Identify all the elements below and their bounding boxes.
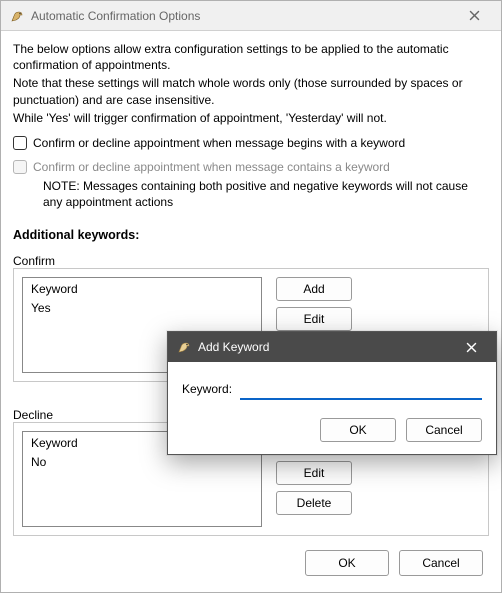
modal-app-icon xyxy=(176,339,192,355)
app-icon xyxy=(9,8,25,24)
intro-p1: The below options allow extra configurat… xyxy=(13,41,489,73)
keyword-field-label: Keyword: xyxy=(182,382,232,396)
additional-title: Additional keywords: xyxy=(13,228,489,242)
intro-p2: Note that these settings will match whol… xyxy=(13,75,489,107)
decline-delete-button[interactable]: Delete xyxy=(276,491,352,515)
intro-p3: While 'Yes' will trigger confirmation of… xyxy=(13,110,489,126)
window-title: Automatic Confirmation Options xyxy=(31,9,453,23)
main-cancel-button[interactable]: Cancel xyxy=(399,550,483,576)
titlebar: Automatic Confirmation Options xyxy=(1,1,501,31)
list-item[interactable]: Yes xyxy=(31,300,253,316)
confirm-legend: Confirm xyxy=(13,254,489,268)
confirm-edit-button[interactable]: Edit xyxy=(276,307,352,331)
option-contains-row: Confirm or decline appointment when mess… xyxy=(13,160,489,174)
confirm-list-header: Keyword xyxy=(31,282,253,296)
option-note: NOTE: Messages containing both positive … xyxy=(43,178,489,210)
main-ok-button[interactable]: OK xyxy=(305,550,389,576)
keyword-input[interactable] xyxy=(240,378,482,400)
list-item[interactable]: No xyxy=(31,454,253,470)
modal-title: Add Keyword xyxy=(198,340,450,354)
option-begins-row[interactable]: Confirm or decline appointment when mess… xyxy=(13,136,489,150)
modal-ok-button[interactable]: OK xyxy=(320,418,396,442)
intro-text: The below options allow extra configurat… xyxy=(13,41,489,126)
option-begins-label: Confirm or decline appointment when mess… xyxy=(33,136,405,150)
option-contains-label: Confirm or decline appointment when mess… xyxy=(33,160,390,174)
confirm-add-button[interactable]: Add xyxy=(276,277,352,301)
modal-close-button[interactable] xyxy=(450,333,492,361)
decline-edit-button[interactable]: Edit xyxy=(276,461,352,485)
dialog-buttons: OK Cancel xyxy=(305,550,483,576)
checkbox-begins[interactable] xyxy=(13,136,27,150)
add-keyword-dialog: Add Keyword Keyword: OK Cancel xyxy=(167,331,497,455)
checkbox-contains xyxy=(13,160,27,174)
window-close-button[interactable] xyxy=(453,2,495,30)
modal-titlebar: Add Keyword xyxy=(168,332,496,362)
modal-cancel-button[interactable]: Cancel xyxy=(406,418,482,442)
content-area: The below options allow extra configurat… xyxy=(1,31,501,552)
